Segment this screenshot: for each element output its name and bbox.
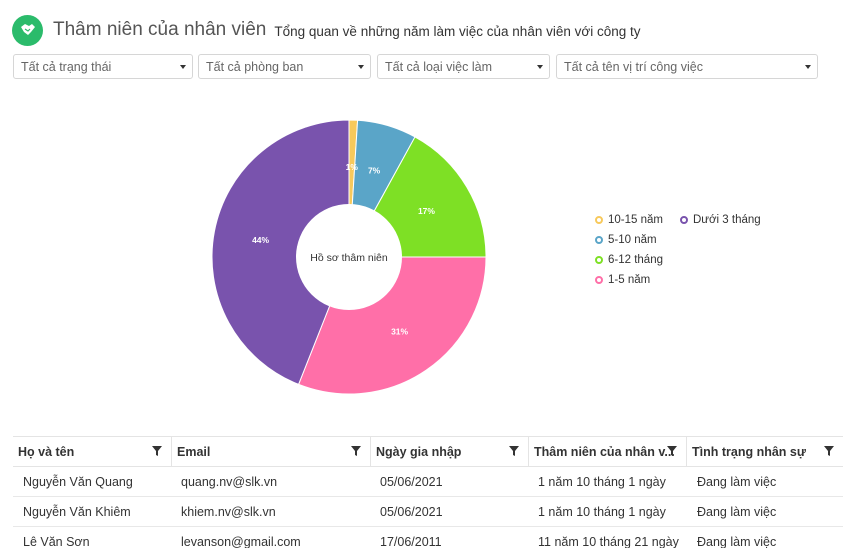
cell-name: Nguyễn Văn Quang — [23, 475, 133, 489]
pie-slice-label: 31% — [391, 326, 408, 336]
legend-item-1-5-years[interactable]: 1-5 năm — [595, 274, 650, 286]
column-header-employment-status[interactable]: Tình trạng nhân sự — [687, 437, 843, 467]
filter-icon[interactable] — [509, 446, 519, 456]
cell-status: Đang làm việc — [697, 475, 777, 489]
legend-marker — [595, 256, 603, 264]
pie-slice-label: 44% — [252, 235, 269, 245]
column-header-label: Họ và tên — [18, 445, 75, 459]
column-header-email[interactable]: Email — [172, 437, 371, 467]
cell-status: Đang làm việc — [697, 505, 777, 519]
legend-marker — [595, 216, 603, 224]
filter-icon[interactable] — [667, 446, 677, 456]
legend-item-6-12-months[interactable]: 6-12 tháng — [595, 254, 663, 266]
donut-center-label: Hồ sơ thâm niên — [310, 252, 388, 264]
column-header-name[interactable]: Họ và tên — [13, 437, 172, 467]
column-header-label: Email — [177, 445, 211, 459]
cell-seniority: 1 năm 10 tháng 1 ngày — [538, 475, 666, 489]
cell-seniority: 1 năm 10 tháng 1 ngày — [538, 505, 666, 519]
legend-item-10-15-years[interactable]: 10-15 năm — [595, 214, 663, 226]
cell-status: Đang làm việc — [697, 535, 777, 548]
cell-email: khiem.nv@slk.vn — [181, 505, 276, 519]
legend-item-under-3-months[interactable]: Dưới 3 tháng — [680, 214, 761, 226]
cell-name: Nguyễn Văn Khiêm — [23, 505, 131, 519]
legend-label: 6-12 tháng — [608, 254, 663, 266]
cell-join-date: 05/06/2021 — [380, 505, 443, 519]
cell-email: quang.nv@slk.vn — [181, 475, 278, 489]
cell-join-date: 17/06/2011 — [380, 535, 442, 548]
column-header-join-date[interactable]: Ngày gia nhập — [371, 437, 529, 467]
legend-item-5-10-years[interactable]: 5-10 năm — [595, 234, 657, 246]
table-header: Họ và tên Email Ngày gia nhập Thâm niên … — [13, 436, 843, 467]
pie-slice-label: 17% — [418, 206, 435, 216]
legend-marker — [595, 236, 603, 244]
column-header-label: Ngày gia nhập — [376, 445, 462, 459]
cell-join-date: 05/06/2021 — [380, 475, 443, 489]
legend-label: 10-15 năm — [608, 214, 663, 226]
table-row[interactable]: Nguyễn Văn Quang quang.nv@slk.vn 05/06/2… — [13, 467, 843, 497]
filter-icon[interactable] — [824, 446, 834, 456]
legend-label: 5-10 năm — [608, 234, 657, 246]
column-header-seniority[interactable]: Thâm niên của nhân v... — [529, 437, 687, 467]
table-row[interactable]: Nguyễn Văn Khiêm khiem.nv@slk.vn 05/06/2… — [13, 497, 843, 527]
cell-seniority: 11 năm 10 tháng 21 ngày — [538, 535, 679, 548]
pie-slice-label: 1% — [346, 162, 359, 172]
filter-icon[interactable] — [351, 446, 361, 456]
cell-email: levanson@gmail.com — [181, 535, 301, 548]
cell-name: Lê Văn Sơn — [23, 535, 90, 548]
pie-slice-label: 7% — [368, 166, 381, 176]
legend-marker — [680, 216, 688, 224]
legend-label: 1-5 năm — [608, 274, 651, 286]
column-header-label: Tình trạng nhân sự — [692, 445, 806, 459]
table-row[interactable]: Lê Văn Sơn levanson@gmail.com 17/06/2011… — [13, 527, 843, 548]
legend-marker — [595, 276, 603, 284]
filter-icon[interactable] — [152, 446, 162, 456]
column-header-label: Thâm niên của nhân v... — [534, 445, 675, 459]
legend-label: Dưới 3 tháng — [693, 214, 761, 226]
